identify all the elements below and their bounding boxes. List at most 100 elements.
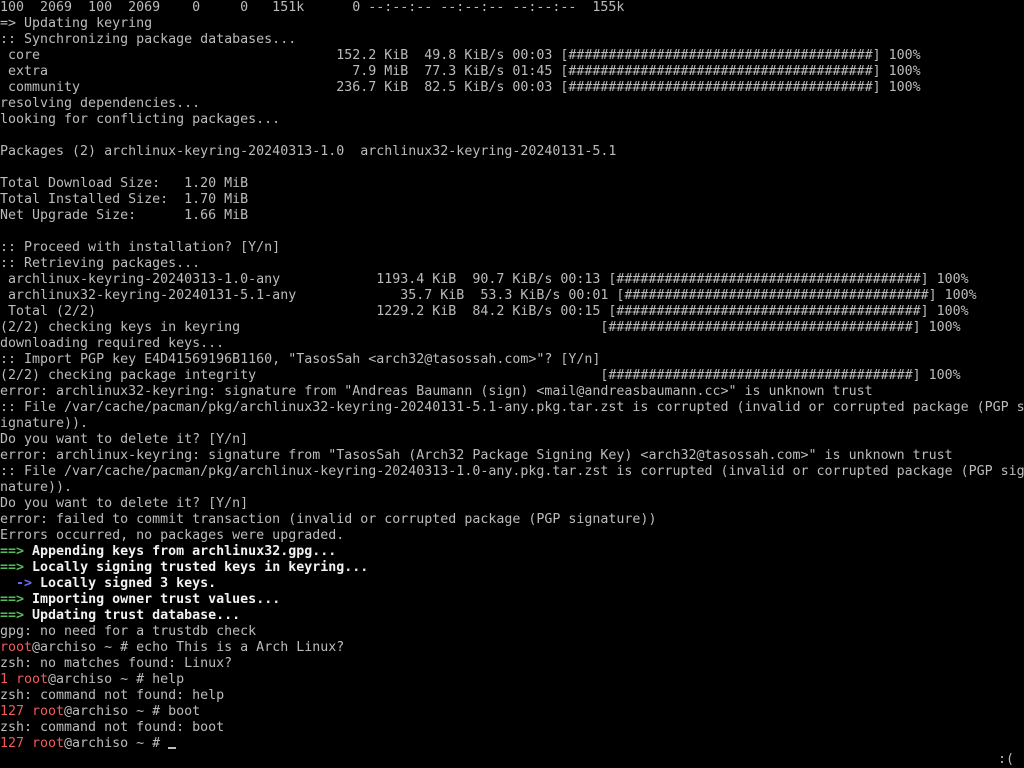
terminal-line: 127 root@archiso ~ # boot [0,704,1024,720]
terminal-text-segment: => Updating keyring [0,16,153,31]
terminal-line: core 152.2 KiB 49.8 KiB/s 00:03 [#######… [0,48,1024,64]
terminal-text-segment: archlinux-keyring-20240313-1.0-any 1193.… [0,272,969,287]
terminal-text-segment: Total Installed Size: 1.70 MiB [0,192,249,207]
terminal-line: root@archiso ~ # echo This is a Arch Lin… [0,640,1024,656]
terminal-text-segment: error: failed to commit transaction (inv… [0,512,657,527]
terminal-line: :: File /var/cache/pacman/pkg/archlinux3… [0,400,1024,416]
terminal-line: ==> Importing owner trust values... [0,592,1024,608]
terminal-text-segment: 100 2069 100 2069 0 0 151k 0 --:--:-- --… [0,0,625,15]
terminal-text-segment: Packages (2) archlinux-keyring-20240313-… [0,144,617,159]
terminal-line: zsh: command not found: help [0,688,1024,704]
terminal-line: => Updating keyring [0,16,1024,32]
terminal-text-segment: looking for conflicting packages... [0,112,281,127]
terminal-text-segment: ignature)). [0,416,89,431]
terminal-text-segment: zsh: command not found: help [0,688,225,703]
terminal-line: Net Upgrade Size: 1.66 MiB [0,208,1024,224]
terminal-text-segment: Importing owner trust values... [24,592,281,607]
terminal-line: downloading required keys... [0,336,1024,352]
terminal-screen[interactable]: 100 2069 100 2069 0 0 151k 0 --:--:-- --… [0,0,1024,768]
terminal-text-segment: Appending keys from archlinux32.gpg... [24,544,337,559]
terminal-text-segment: zsh: command not found: boot [0,720,225,735]
terminal-line: error: archlinux-keyring: signature from… [0,448,1024,464]
terminal-line: 100 2069 100 2069 0 0 151k 0 --:--:-- --… [0,0,1024,16]
terminal-line: gpg: no need for a trustdb check [0,624,1024,640]
terminal-text-segment: -> [0,576,33,591]
terminal-text-segment: (2/2) checking package integrity [######… [0,368,961,383]
terminal-line: archlinux32-keyring-20240131-5.1-any 35.… [0,288,1024,304]
terminal-text-segment: :: File /var/cache/pacman/pkg/archlinux-… [0,464,1024,479]
terminal-line: :: File /var/cache/pacman/pkg/archlinux-… [0,464,1024,480]
terminal-line: 127 root@archiso ~ # [0,736,1024,752]
terminal-line: Do you want to delete it? [Y/n] [0,496,1024,512]
terminal-line: 1 root@archiso ~ # help [0,672,1024,688]
terminal-text-segment: Updating trust database... [24,608,241,623]
terminal-line: zsh: command not found: boot [0,720,1024,736]
terminal-text-segment: @archiso ~ # echo This is a Arch Linux? [32,640,345,655]
terminal-line: :: Retrieving packages... [0,256,1024,272]
terminal-text-segment: 1 root [0,672,49,687]
text-cursor [168,747,177,749]
terminal-text-segment: :: Proceed with installation? [Y/n] [0,240,281,255]
terminal-line: ==> Locally signing trusted keys in keyr… [0,560,1024,576]
terminal-line: :: Import PGP key E4D41569196B1160, "Tas… [0,352,1024,368]
terminal-text-segment: @archiso ~ # boot [64,704,201,719]
terminal-text-segment: 127 root [0,736,65,751]
terminal-line: error: failed to commit transaction (inv… [0,512,1024,528]
terminal-line: nature)). [0,480,1024,496]
terminal-text-segment: Locally signing trusted keys in keyring.… [24,560,369,575]
terminal-line: Do you want to delete it? [Y/n] [0,432,1024,448]
terminal-text-segment: ==> [0,560,25,575]
terminal-text-segment: community 236.7 KiB 82.5 KiB/s 00:03 [##… [0,80,921,95]
terminal-text-segment: core 152.2 KiB 49.8 KiB/s 00:03 [#######… [0,48,921,63]
terminal-line: Total (2/2) 1229.2 KiB 84.2 KiB/s 00:15 … [0,304,1024,320]
terminal-line: (2/2) checking package integrity [######… [0,368,1024,384]
terminal-text-segment: error: archlinux-keyring: signature from… [0,448,953,463]
terminal-line: community 236.7 KiB 82.5 KiB/s 00:03 [##… [0,80,1024,96]
terminal-text-segment: resolving dependencies... [0,96,201,111]
terminal-text-segment: Do you want to delete it? [Y/n] [0,496,249,511]
terminal-line: Errors occurred, no packages were upgrad… [0,528,1024,544]
terminal-text-segment: downloading required keys... [0,336,225,351]
terminal-text-segment: Do you want to delete it? [Y/n] [0,432,249,447]
terminal-line: ==> Updating trust database... [0,608,1024,624]
terminal-text-segment: ==> [0,592,25,607]
terminal-line: -> Locally signed 3 keys. [0,576,1024,592]
terminal-text-segment: @archiso ~ # help [48,672,185,687]
terminal-text-segment: Locally signed 3 keys. [32,576,217,591]
terminal-text-segment: :: Import PGP key E4D41569196B1160, "Tas… [0,352,601,367]
terminal-text-segment: extra 7.9 MiB 77.3 KiB/s 01:45 [########… [0,64,921,79]
terminal-line: ignature)). [0,416,1024,432]
terminal-line: ==> Appending keys from archlinux32.gpg.… [0,544,1024,560]
terminal-text-segment: gpg: no need for a trustdb check [0,624,257,639]
terminal-text-segment: error: archlinux32-keyring: signature fr… [0,384,873,399]
terminal-line: extra 7.9 MiB 77.3 KiB/s 01:45 [########… [0,64,1024,80]
terminal-text-segment: nature)). [0,480,73,495]
terminal-text-segment: ==> [0,544,25,559]
terminal-line: :: Synchronizing package databases... [0,32,1024,48]
terminal-text-segment: zsh: no matches found: Linux? [0,656,233,671]
terminal-line: :: Proceed with installation? [Y/n] [0,240,1024,256]
terminal-text-segment: ==> [0,608,25,623]
terminal-line: archlinux-keyring-20240313-1.0-any 1193.… [0,272,1024,288]
terminal-text-segment: archlinux32-keyring-20240131-5.1-any 35.… [0,288,977,303]
terminal-line: (2/2) checking keys in keyring [########… [0,320,1024,336]
terminal-text-segment: @archiso ~ # [64,736,169,751]
terminal-line: Total Download Size: 1.20 MiB [0,176,1024,192]
terminal-text-segment: :: Synchronizing package databases... [0,32,297,47]
terminal-text-segment: :: Retrieving packages... [0,256,201,271]
terminal-text-segment: Total Download Size: 1.20 MiB [0,176,249,191]
terminal-line: Total Installed Size: 1.70 MiB [0,192,1024,208]
terminal-text-segment: Errors occurred, no packages were upgrad… [0,528,345,543]
terminal-text-segment: :: File /var/cache/pacman/pkg/archlinux3… [0,400,1024,415]
terminal-line: error: archlinux32-keyring: signature fr… [0,384,1024,400]
terminal-text-segment: Total (2/2) 1229.2 KiB 84.2 KiB/s 00:15 … [0,304,969,319]
terminal-line: resolving dependencies... [0,96,1024,112]
terminal-text-segment: Net Upgrade Size: 1.66 MiB [0,208,249,223]
terminal-line: zsh: no matches found: Linux? [0,656,1024,672]
terminal-line: Packages (2) archlinux-keyring-20240313-… [0,144,1024,160]
terminal-text-segment: 127 root [0,704,65,719]
terminal-text-segment: (2/2) checking keys in keyring [########… [0,320,961,335]
